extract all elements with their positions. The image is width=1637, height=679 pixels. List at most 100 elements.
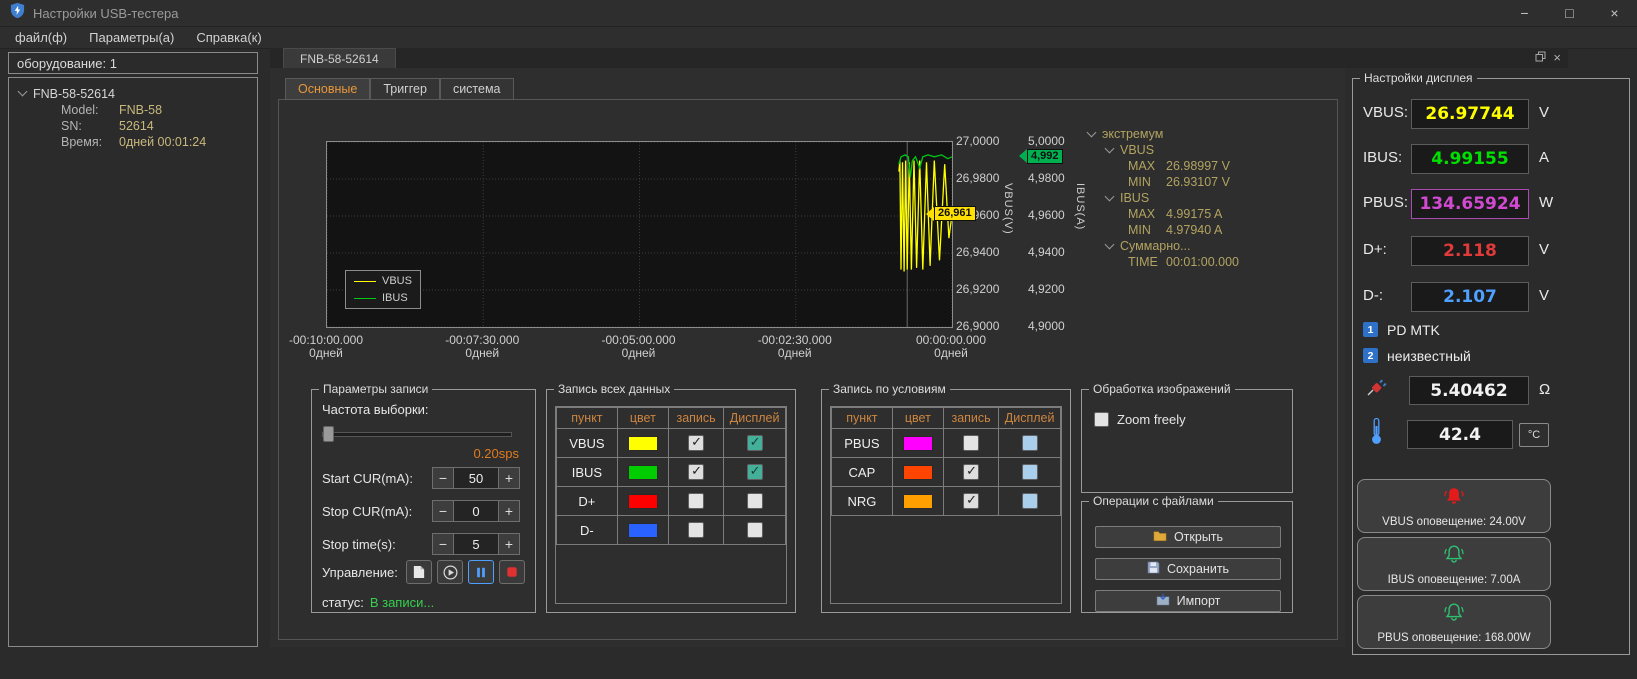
display-checkbox[interactable] <box>747 435 763 451</box>
display-checkbox[interactable] <box>1022 464 1038 480</box>
float-window-icon[interactable] <box>1535 49 1546 67</box>
control-row: Управление: <box>322 560 530 584</box>
increment-button[interactable]: + <box>498 533 520 555</box>
file-ops-panel: Операции с файлами ОткрытьСохранитьИмпор… <box>1081 501 1293 613</box>
column-header: Дисплей <box>724 408 786 429</box>
tab-1[interactable]: Триггер <box>370 78 440 100</box>
plot-canvas[interactable]: VBUSIBUS <box>326 141 953 328</box>
tree-node-group[interactable]: VBUS <box>1086 142 1336 158</box>
record-checkbox[interactable] <box>688 435 704 451</box>
close-button[interactable]: × <box>1592 0 1637 26</box>
display-checkbox[interactable] <box>747 522 763 538</box>
play-button[interactable] <box>437 560 463 584</box>
record-checkbox[interactable] <box>963 464 979 480</box>
save-button[interactable]: Сохранить <box>1095 558 1281 580</box>
x-axis-label: -00:07:30.0000дней <box>445 334 519 360</box>
record-checkbox[interactable] <box>963 493 979 509</box>
import-button[interactable]: Импорт <box>1095 590 1281 612</box>
display-checkbox[interactable] <box>1022 435 1038 451</box>
readout-value: 26.97744 <box>1411 99 1529 129</box>
increment-button[interactable]: + <box>498 467 520 489</box>
maximize-button[interactable]: □ <box>1547 0 1592 26</box>
readout-label: VBUS: <box>1363 104 1408 121</box>
alert-button-0[interactable]: VBUS оповещение: 24.00V <box>1357 479 1551 533</box>
tree-node-group[interactable]: Суммарно... <box>1086 238 1336 254</box>
increment-button[interactable]: + <box>498 500 520 522</box>
spinner-value[interactable]: 0 <box>454 500 498 522</box>
spinner-value[interactable]: 5 <box>454 533 498 555</box>
display-cell <box>724 487 786 516</box>
record-stop-button[interactable] <box>499 560 525 584</box>
decrement-button[interactable]: − <box>432 467 454 489</box>
record-cell <box>668 429 723 458</box>
spinner-label: Stop time(s): <box>322 537 432 552</box>
spinner-value[interactable]: 50 <box>454 467 498 489</box>
equipment-header: оборудование: 1 <box>8 52 258 74</box>
ibus-axis-title: IBUS(A) <box>1074 183 1086 230</box>
display-checkbox[interactable] <box>1022 493 1038 509</box>
tree-node-label: Суммарно... <box>1120 239 1191 253</box>
device-node[interactable]: FNB-58-52614 <box>9 85 257 102</box>
record-checkbox[interactable] <box>688 464 704 480</box>
x-axis-label: -00:10:00.0000дней <box>289 334 363 360</box>
main-area: ОсновныеТриггерсистема VBUSIBUS 27,00002… <box>270 68 1345 647</box>
file-button-label: Импорт <box>1177 594 1221 608</box>
legend-line <box>354 298 376 299</box>
record-checkbox[interactable] <box>688 493 704 509</box>
color-cell <box>892 458 943 487</box>
readout-value: 4.99155 <box>1411 144 1529 174</box>
alert-button-2[interactable]: PBUS оповещение: 168.00W <box>1357 595 1551 649</box>
axis-tick: 26,9800 <box>956 171 999 185</box>
alert-label: IBUS оповещение: 7.00A <box>1388 574 1521 586</box>
record-cell <box>943 487 998 516</box>
record-checkbox[interactable] <box>963 435 979 451</box>
sample-rate-slider[interactable] <box>322 426 512 442</box>
document-tab[interactable]: FNB-58-52614 <box>283 48 396 68</box>
slider-handle[interactable] <box>323 426 334 442</box>
item-name: PBUS <box>832 429 893 458</box>
x-axis-label: -00:05:00.0000дней <box>601 334 675 360</box>
decrement-button[interactable]: − <box>432 533 454 555</box>
stat-label: MIN <box>1128 223 1166 237</box>
menu-item-1[interactable]: Параметры(а) <box>78 28 185 47</box>
pd-badge: 2 <box>1363 348 1378 363</box>
device-field-label: Время: <box>61 135 119 149</box>
green-bell-icon <box>1442 543 1466 572</box>
record-params-panel: Параметры записи Частота выборки: 0.20sp… <box>311 389 536 613</box>
open-button[interactable]: Открыть <box>1095 526 1281 548</box>
new-file-button[interactable] <box>406 560 432 584</box>
tree-leaf: TIME00:01:00.000 <box>1086 254 1336 270</box>
record-checkbox[interactable] <box>688 522 704 538</box>
pause-button[interactable] <box>468 560 494 584</box>
temperature-unit-button[interactable]: °C <box>1519 423 1549 447</box>
dock-close-icon[interactable]: × <box>1553 53 1561 63</box>
display-checkbox[interactable] <box>747 493 763 509</box>
stat-label: MIN <box>1128 175 1166 189</box>
tab-0[interactable]: Основные <box>285 78 370 100</box>
display-checkbox[interactable] <box>747 464 763 480</box>
color-swatch <box>628 465 658 480</box>
record-params-title: Параметры записи <box>319 382 432 396</box>
tab-2[interactable]: система <box>440 78 514 100</box>
chevron-down-icon <box>1087 127 1097 137</box>
column-header: пункт <box>832 408 893 429</box>
readout-row-PBUS: PBUS:134.65924W <box>1353 189 1629 219</box>
tree-node-group[interactable]: IBUS <box>1086 190 1336 206</box>
color-cell <box>617 516 668 545</box>
item-name: D+ <box>557 487 618 516</box>
menu-item-2[interactable]: Справка(к) <box>185 28 272 47</box>
record-table-frame: пунктцветзаписьДисплейVBUSIBUSD+D- <box>555 406 787 604</box>
resistance-value: 5.40462 <box>1409 376 1529 405</box>
device-field-1: SN:52614 <box>9 118 257 134</box>
spinner-row-2: Stop time(s):−5+ <box>322 533 527 555</box>
alert-button-1[interactable]: IBUS оповещение: 7.00A <box>1357 537 1551 591</box>
tree-node-extremum[interactable]: экстремум <box>1086 126 1336 142</box>
device-field-value: 52614 <box>119 119 154 133</box>
decrement-button[interactable]: − <box>432 500 454 522</box>
zoom-freely-checkbox[interactable] <box>1094 412 1109 427</box>
document-tab-bar: FNB-58-52614 × <box>270 48 1568 68</box>
menu-item-0[interactable]: файл(ф) <box>4 28 78 47</box>
column-header: запись <box>668 408 723 429</box>
display-cell <box>999 429 1061 458</box>
minimize-button[interactable]: − <box>1502 0 1547 26</box>
